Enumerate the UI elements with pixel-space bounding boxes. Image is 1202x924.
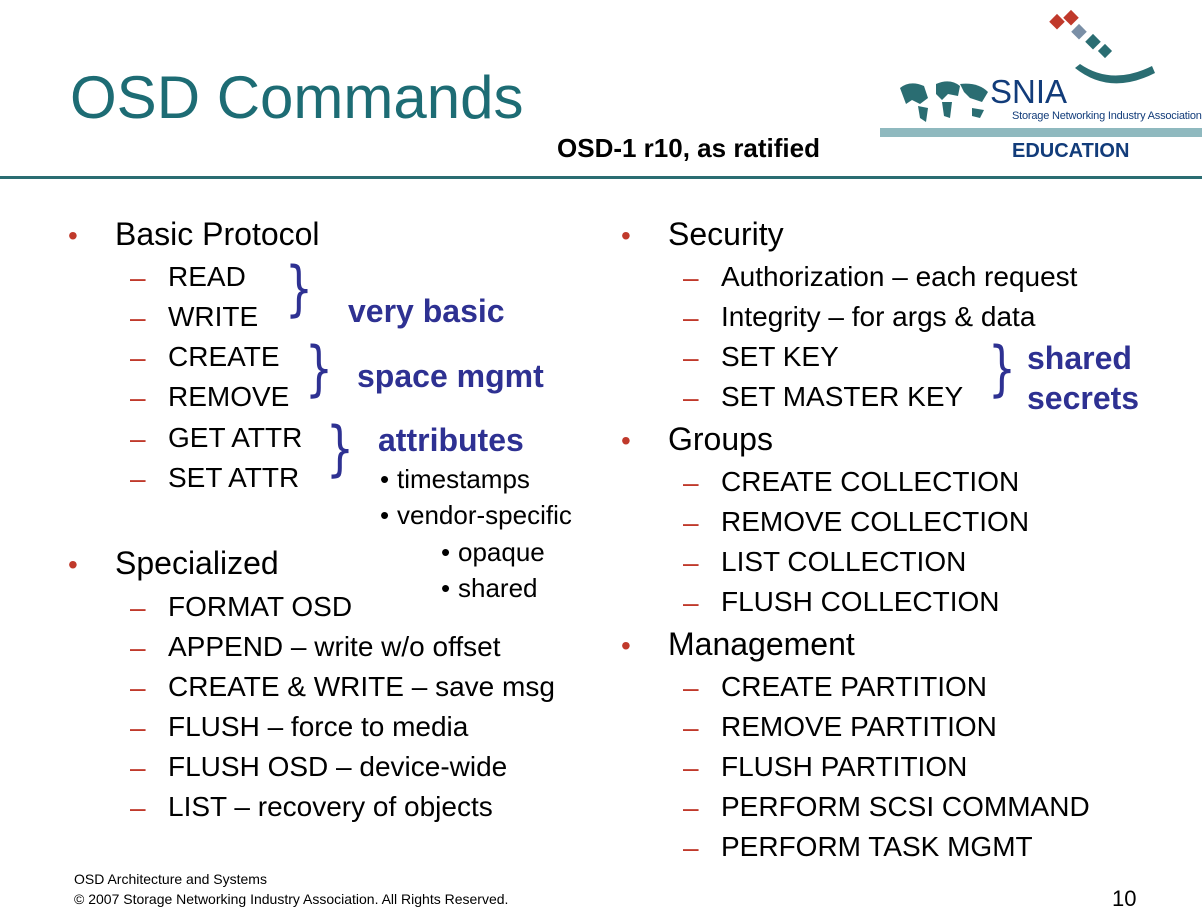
- sub-bullet-icon: •: [380, 464, 390, 494]
- footer-course-title: OSD Architecture and Systems: [74, 871, 267, 887]
- note-very-basic: very basic: [348, 293, 505, 329]
- slide-title: OSD Commands: [70, 64, 524, 131]
- sub-bullet-icon: •: [380, 500, 390, 530]
- dash-icon: –: [683, 382, 699, 413]
- brace-icon: }: [326, 414, 354, 484]
- list-item: REMOVE COLLECTION: [721, 506, 1030, 537]
- dash-icon: –: [130, 463, 146, 494]
- dash-icon: –: [683, 712, 699, 743]
- sub-bullet-icon: •: [441, 573, 451, 603]
- page-number: 10: [1112, 886, 1137, 911]
- note-timestamps: timestamps: [397, 464, 530, 494]
- dash-icon: –: [130, 382, 146, 413]
- list-item: GET ATTR: [168, 422, 303, 453]
- list-item: FORMAT OSD: [168, 591, 353, 622]
- section-heading-management: Management: [668, 626, 855, 662]
- dash-icon: –: [683, 832, 699, 863]
- section-heading-security: Security: [668, 216, 784, 252]
- list-item: CREATE & WRITE – save msg: [168, 671, 555, 702]
- list-item: SET ATTR: [168, 462, 300, 493]
- dash-icon: –: [130, 262, 146, 293]
- brace-icon: }: [988, 334, 1016, 404]
- note-opaque: opaque: [458, 537, 545, 567]
- brace-icon: }: [285, 254, 313, 324]
- dash-icon: –: [683, 467, 699, 498]
- list-item: APPEND – write w/o offset: [168, 631, 501, 662]
- note-vendor-specific: vendor-specific: [397, 500, 572, 530]
- bullet-icon: •: [621, 220, 631, 251]
- list-item: REMOVE PARTITION: [721, 711, 997, 742]
- list-item: SET KEY: [721, 341, 839, 372]
- dash-icon: –: [130, 672, 146, 703]
- dash-icon: –: [130, 792, 146, 823]
- section-heading-basic-protocol: Basic Protocol: [115, 216, 320, 252]
- note-space-mgmt: space mgmt: [357, 358, 544, 394]
- list-item: CREATE: [168, 341, 280, 372]
- bullet-icon: •: [68, 549, 78, 580]
- dash-icon: –: [130, 342, 146, 373]
- dash-icon: –: [683, 547, 699, 578]
- list-item: LIST COLLECTION: [721, 546, 967, 577]
- list-item: FLUSH OSD – device-wide: [168, 751, 508, 782]
- note-shared: shared: [1027, 340, 1132, 376]
- dash-icon: –: [683, 262, 699, 293]
- list-item: REMOVE: [168, 381, 290, 412]
- header-accent-bar: [880, 128, 1202, 137]
- dash-icon: –: [130, 632, 146, 663]
- brace-icon: }: [305, 334, 333, 404]
- note-secrets: secrets: [1027, 380, 1140, 416]
- dash-icon: –: [130, 712, 146, 743]
- dash-icon: –: [683, 792, 699, 823]
- sub-bullet-icon: •: [441, 537, 451, 567]
- dash-icon: –: [683, 752, 699, 783]
- snia-wordmark: SNIA: [990, 73, 1068, 110]
- bullet-icon: •: [68, 220, 78, 251]
- education-label: EDUCATION: [1012, 140, 1130, 162]
- world-map-icon: [900, 81, 988, 122]
- dash-icon: –: [683, 507, 699, 538]
- bullet-icon: •: [621, 630, 631, 661]
- dash-icon: –: [683, 587, 699, 618]
- footer-copyright: © 2007 Storage Networking Industry Assoc…: [74, 891, 509, 907]
- section-heading-specialized: Specialized: [115, 545, 279, 581]
- dash-icon: –: [130, 752, 146, 783]
- list-item: Authorization – each request: [721, 261, 1078, 292]
- snia-subname: Storage Networking Industry Association: [1012, 110, 1202, 122]
- list-item: WRITE: [168, 301, 259, 332]
- section-heading-groups: Groups: [668, 421, 773, 457]
- list-item: READ: [168, 261, 246, 292]
- header-divider: [0, 176, 1202, 179]
- list-item: PERFORM SCSI COMMAND: [721, 791, 1090, 822]
- list-item: Integrity – for args & data: [721, 301, 1036, 332]
- list-item: FLUSH COLLECTION: [721, 586, 1000, 617]
- slide-subtitle: OSD-1 r10, as ratified: [557, 133, 820, 163]
- dash-icon: –: [683, 342, 699, 373]
- list-item: PERFORM TASK MGMT: [721, 831, 1033, 862]
- list-item: CREATE PARTITION: [721, 671, 988, 702]
- dash-icon: –: [130, 592, 146, 623]
- bullet-icon: •: [621, 425, 631, 456]
- list-item: FLUSH PARTITION: [721, 751, 968, 782]
- list-item: SET MASTER KEY: [721, 381, 964, 412]
- dash-icon: –: [130, 423, 146, 454]
- note-attributes: attributes: [378, 422, 524, 458]
- dash-icon: –: [130, 302, 146, 333]
- note-shared: shared: [458, 573, 538, 603]
- list-item: CREATE COLLECTION: [721, 466, 1020, 497]
- dash-icon: –: [683, 302, 699, 333]
- list-item: FLUSH – force to media: [168, 711, 469, 742]
- list-item: LIST – recovery of objects: [168, 791, 493, 822]
- dash-icon: –: [683, 672, 699, 703]
